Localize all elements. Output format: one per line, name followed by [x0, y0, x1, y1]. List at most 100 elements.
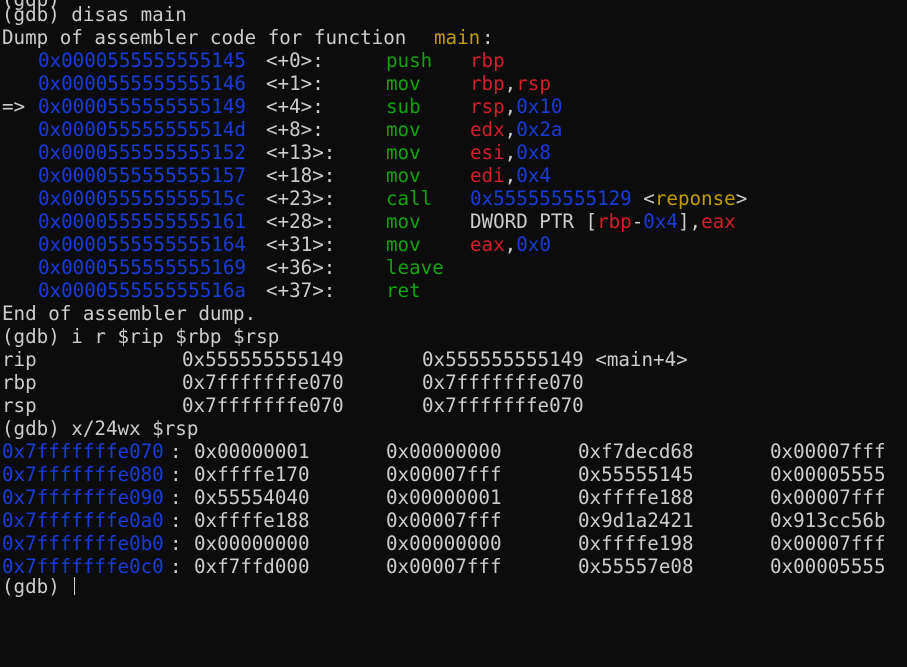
operand-token: >	[735, 187, 748, 210]
instruction-operands: 0x555555555129 <reponse>	[470, 187, 747, 210]
memory-word: 0x00007fff	[770, 532, 886, 555]
info-registers-command: (gdb) i r $rip $rbp $rsp	[2, 325, 280, 348]
memory-word: 0x55555145	[578, 463, 694, 486]
examine-memory-command: (gdb) x/24wx $rsp	[2, 417, 199, 440]
memory-colon: :	[170, 440, 182, 463]
operand-token: -	[631, 210, 644, 233]
prompt-line[interactable]: (gdb)	[0, 575, 75, 598]
memory-word: 0xffffe188	[194, 509, 310, 532]
operand-token: 0x4	[643, 210, 678, 233]
current-instruction-marker: =>	[2, 95, 26, 118]
memory-word: 0xf7ffd000	[194, 555, 310, 578]
register-natural-value: 0x555555555149 <main+4>	[422, 348, 688, 371]
instruction-offset: <+8>:	[266, 118, 324, 141]
operand-token: ,	[504, 141, 517, 164]
end-dump-line: End of assembler dump.	[0, 302, 256, 325]
instruction-mnemonic: mov	[386, 210, 421, 233]
operand-token: eax	[701, 210, 736, 233]
instruction-operands: DWORD PTR [rbp-0x4],eax	[470, 210, 736, 233]
operand-token: ,	[504, 72, 517, 95]
memory-word: 0x00000000	[194, 532, 310, 555]
instruction-address: 0x0000555555555161	[38, 210, 246, 233]
register-hex-value: 0x7fffffffe070	[182, 394, 344, 417]
memory-word: 0x00000000	[386, 532, 502, 555]
disas-command: (gdb) disas main	[2, 3, 187, 26]
memory-word: 0xffffe188	[578, 486, 694, 509]
memory-word: 0x00007fff	[770, 440, 886, 463]
instruction-operands: edi,0x4	[470, 164, 551, 187]
instruction-address: 0x0000555555555149	[38, 95, 246, 118]
memory-word: 0xf7decd68	[578, 440, 694, 463]
instruction-mnemonic: push	[386, 49, 433, 72]
memory-word: 0xffffe198	[578, 532, 694, 555]
instruction-address: 0x0000555555555152	[38, 141, 246, 164]
memory-word: 0x00005555	[770, 463, 886, 486]
instruction-offset: <+31>:	[266, 233, 336, 256]
instruction-operands: rbp	[470, 49, 505, 72]
memory-colon: :	[170, 486, 182, 509]
operand-token: ,	[504, 95, 517, 118]
instruction-operands: edx,0x2a	[470, 118, 562, 141]
operand-token: rsp	[516, 72, 551, 95]
instruction-offset: <+4>:	[266, 95, 324, 118]
operand-token: ,	[504, 233, 517, 256]
operand-token: ],	[677, 210, 702, 233]
operand-token: ,	[504, 118, 517, 141]
memory-address: 0x7fffffffe090	[2, 486, 164, 509]
terminal-window[interactable]: (gdb) (gdb) disas main Dump of assembler…	[0, 0, 907, 598]
memory-colon: :	[170, 555, 182, 578]
operand-token: rsp	[470, 95, 505, 118]
memory-address: 0x7fffffffe080	[2, 463, 164, 486]
instruction-mnemonic: ret	[386, 279, 421, 302]
instruction-operands: rbp,rsp	[470, 72, 551, 95]
instruction-offset: <+1>:	[266, 72, 324, 95]
register-natural-value: 0x7fffffffe070	[422, 394, 584, 417]
function-name: main	[434, 26, 481, 49]
instruction-address: 0x0000555555555157	[38, 164, 246, 187]
end-dump-text: End of assembler dump.	[2, 302, 257, 325]
memory-word: 0x00007fff	[386, 555, 502, 578]
dump-header: Dump of assembler code for function main…	[0, 26, 494, 49]
instruction-mnemonic: leave	[386, 256, 444, 279]
command-line: (gdb) x/24wx $rsp	[0, 417, 198, 440]
operand-token: 0x2a	[516, 118, 563, 141]
command-line: (gdb) disas main	[0, 3, 187, 26]
instruction-address: 0x0000555555555169	[38, 256, 246, 279]
memory-word: 0xffffe170	[194, 463, 310, 486]
instruction-offset: <+36>:	[266, 256, 336, 279]
instruction-address: 0x000055555555515c	[38, 187, 246, 210]
instruction-operands: esi,0x8	[470, 141, 551, 164]
operand-token: rbp	[470, 72, 505, 95]
operand-token: edi	[470, 164, 505, 187]
memory-word: 0x00007fff	[770, 486, 886, 509]
operand-token: esi	[470, 141, 505, 164]
memory-colon: :	[170, 532, 182, 555]
instruction-operands: rsp,0x10	[470, 95, 562, 118]
memory-word: 0x00007fff	[386, 463, 502, 486]
register-natural-value: 0x7fffffffe070	[422, 371, 584, 394]
instruction-address: 0x0000555555555145	[38, 49, 246, 72]
command-line: (gdb) i r $rip $rbp $rsp	[0, 325, 279, 348]
memory-address: 0x7fffffffe0b0	[2, 532, 164, 555]
register-name: rsp	[2, 394, 37, 417]
instruction-mnemonic: mov	[386, 141, 421, 164]
register-hex-value: 0x7fffffffe070	[182, 371, 344, 394]
operand-token: 0x8	[516, 141, 551, 164]
instruction-mnemonic: call	[386, 187, 433, 210]
operand-token: 0x555555555129	[470, 187, 632, 210]
memory-colon: :	[170, 463, 182, 486]
instruction-offset: <+23>:	[266, 187, 336, 210]
instruction-mnemonic: mov	[386, 118, 421, 141]
dump-header-text: Dump of assembler code for function	[2, 26, 418, 49]
instruction-offset: <+37>:	[266, 279, 336, 302]
instruction-address: 0x0000555555555146	[38, 72, 246, 95]
memory-word: 0x00007fff	[386, 509, 502, 532]
memory-word: 0x55554040	[194, 486, 310, 509]
instruction-operands: eax,0x0	[470, 233, 551, 256]
instruction-offset: <+13>:	[266, 141, 336, 164]
memory-colon: :	[170, 509, 182, 532]
operand-token: <	[631, 187, 655, 210]
register-name: rip	[2, 348, 37, 371]
memory-word: 0x00000001	[194, 440, 310, 463]
memory-word: 0x9d1a2421	[578, 509, 694, 532]
